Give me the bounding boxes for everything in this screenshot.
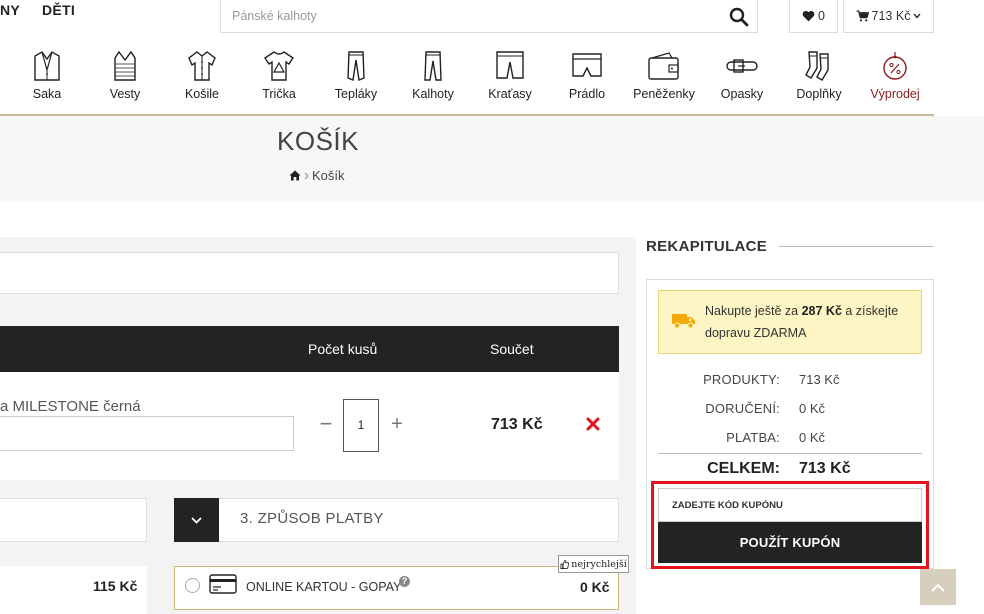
summary-total-label: CELKEM: [707,460,780,477]
category-label: Trička [262,87,296,101]
payment-section-title: 3. ZPŮSOB PLATBY [240,510,384,527]
shipping-section-header[interactable] [0,498,147,542]
free-shipping-amount: 287 Kč [801,304,842,318]
category-kalhoty[interactable]: Kalhoty [395,50,471,110]
category-kratasy[interactable]: Kraťasy [472,50,548,110]
category-label: Tepláky [334,87,378,101]
category-label: Prádlo [568,87,606,101]
fastest-badge-label: nejrychlejší [571,558,627,570]
category-penezenky[interactable]: Peněženky [626,50,702,110]
quantity-decrease-button[interactable]: − [316,412,336,436]
shorts-icon [496,51,524,79]
category-label: Kalhoty [412,87,454,101]
category-kosile[interactable]: Košile [164,50,240,110]
sale-tag-icon [883,52,907,80]
fastest-badge: nejrychlejší [558,555,629,573]
shirt-icon [188,51,216,81]
category-label: Saka [32,87,62,101]
category-pradlo[interactable]: Prádlo [549,50,625,110]
coupon-code-input[interactable] [658,488,922,522]
column-quantity: Počet kusů [308,341,378,357]
breadcrumb: Košík [289,168,345,183]
wishlist-button[interactable]: 0 [789,0,838,33]
cart-steps-box [0,252,619,294]
tshirt-icon [264,51,294,81]
quantity-input[interactable]: 1 [343,399,379,452]
cart-amount: 713 Kč [871,9,911,23]
free-shipping-text: Nakupte ještě za 287 Kč a získejte dopra… [705,300,917,344]
nav-link-women[interactable]: NY [0,2,20,18]
summary-products-label: PRODUKTY: [703,372,780,387]
chevron-down-icon [913,13,921,19]
category-label: Peněženky [633,87,695,101]
chevron-up-icon [931,583,945,592]
summary-payment-value: 0 Kč [799,430,826,445]
cart-button[interactable]: 713 Kč [843,0,934,33]
payment-option-price: 0 Kč [580,579,610,595]
vest-icon [114,50,136,81]
help-icon[interactable]: ? [399,576,410,587]
category-label: Doplňky [796,87,842,101]
summary-total-value: 713 Kč [799,460,851,477]
search-icon[interactable] [729,7,749,27]
nav-link-kids[interactable]: DĚTI [42,2,75,18]
summary-delivery-label: DORUČENÍ: [705,401,780,416]
payment-option-label: ONLINE KARTOU - GOPAY [246,580,402,594]
page-title: KOŠÍK [277,126,359,156]
search-bar [220,0,758,33]
heart-icon [802,10,815,22]
product-name[interactable]: a MILESTONE černá [0,398,141,415]
breadcrumb-separator-icon [304,172,309,179]
blazer-icon [34,51,60,81]
belt-icon [726,59,758,73]
summary-title: REKAPITULACE [646,238,768,255]
category-label: Výprodej [870,87,920,101]
home-icon[interactable] [289,170,301,181]
scroll-to-top-button[interactable] [920,569,956,605]
payment-toggle-button[interactable] [174,498,219,542]
row-sum: 713 Kč [491,416,543,433]
summary-title-divider [779,246,934,247]
product-note-field[interactable] [0,416,294,451]
category-opasky[interactable]: Opasky [704,50,780,110]
truck-icon [672,314,695,329]
category-teplaky[interactable]: Tepláky [318,50,394,110]
wishlist-count: 0 [818,9,825,23]
wallet-icon [648,52,679,80]
sweatpants-icon [347,51,365,81]
search-input[interactable] [221,0,721,32]
category-saka[interactable]: Saka [9,50,85,110]
shipping-option-price: 115 Kč [93,578,138,594]
breadcrumb-current[interactable]: Košík [312,168,345,183]
category-label: Košile [184,87,220,101]
category-label: Kraťasy [488,87,532,101]
category-label: Vesty [109,87,141,101]
category-vesty[interactable]: Vesty [87,50,163,110]
summary-delivery-value: 0 Kč [799,401,826,416]
apply-coupon-button[interactable]: POUŽÍT KUPÓN [658,522,922,563]
cart-table-header: Počet kusů Součet [0,326,619,372]
category-label: Opasky [720,87,764,101]
remove-item-icon[interactable] [585,416,601,432]
summary-products-value: 713 Kč [799,372,840,387]
category-doplnky[interactable]: Doplňky [781,50,857,110]
cart-icon [856,10,869,22]
quantity-increase-button[interactable]: + [387,412,407,436]
socks-icon [805,51,829,81]
summary-divider [658,453,922,454]
chevron-down-icon [191,516,202,524]
free-shipping-text-pre: Nakupte ještě za [705,304,802,318]
trousers-icon [424,51,442,81]
category-tricka[interactable]: Trička [241,50,317,110]
category-vyprodej[interactable]: Výprodej [857,50,933,110]
payment-option-radio[interactable] [185,578,200,593]
underwear-icon [572,53,602,77]
summary-payment-label: PLATBA: [726,430,780,445]
column-sum: Součet [490,341,534,357]
credit-card-icon [209,574,237,594]
thumbs-up-icon [560,559,570,569]
